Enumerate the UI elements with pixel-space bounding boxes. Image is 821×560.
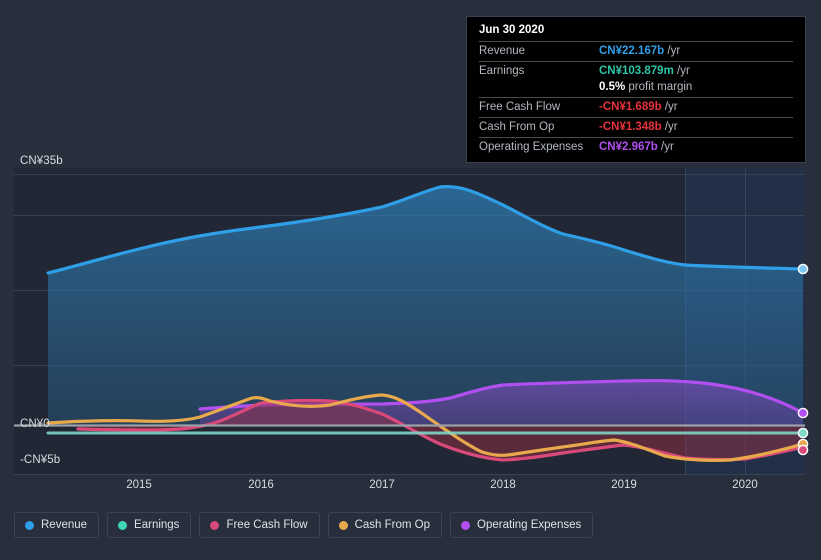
legend-item-label: Operating Expenses [477,519,582,531]
tooltip-row: Revenue CN¥22.167b /yr [479,41,793,61]
tooltip-row-label: Free Cash Flow [479,101,561,113]
x-axis-tick-2018: 2018 [490,479,516,491]
legend-item-label: Free Cash Flow [226,519,308,531]
x-axis-tick-2020: 2020 [732,479,758,491]
tooltip-date: Jun 30 2020 [479,24,545,36]
earnings-endpoint-dot [797,427,809,439]
revenue-endpoint-dot [797,263,809,275]
x-axis: 2015 2016 2017 2018 2019 2020 [0,479,821,497]
tooltip-row-unit: /yr [657,141,674,153]
legend-item-label: Revenue [41,519,88,531]
legend-item-earnings[interactable]: Earnings [107,512,192,538]
chart-page: CN¥35b CN¥0 -CN¥5b 2015 2016 2017 2018 2019 2… [0,0,821,560]
chart-legend: Revenue Earnings Free Cash Flow Cash From O… [14,512,594,538]
tooltip-row-value: -CN¥1.348b /yr [599,121,678,133]
x-axis-tick-2019: 2019 [611,479,637,491]
tooltip-row-label: Operating Expenses [479,141,584,153]
tooltip-row: Cash From Op -CN¥1.348b /yr [479,117,793,137]
tooltip-row-label: Revenue [479,45,526,57]
tooltip-row: 0.5% profit margin [479,81,793,97]
x-axis-tick-2016: 2016 [248,479,274,491]
legend-item-revenue[interactable]: Revenue [14,512,100,538]
tooltip-row-value: -CN¥1.689b /yr [599,101,678,113]
legend-item-operating-expenses[interactable]: Operating Expenses [450,512,594,538]
legend-swatch-icon [25,520,34,530]
legend-item-free-cash-flow[interactable]: Free Cash Flow [199,512,320,538]
tooltip-row-amount: CN¥22.167b [599,45,665,57]
legend-swatch-icon [338,520,348,530]
tooltip-row-amount: -CN¥1.689b [599,101,662,113]
tooltip-row-value: CN¥2.967b /yr [599,141,674,153]
legend-swatch-icon [210,520,220,530]
tooltip-row-unit: /yr [673,65,690,77]
fcf-endpoint-dot [797,444,809,456]
tooltip-row: Operating Expenses CN¥2.967b /yr [479,137,793,157]
tooltip-row-label: Earnings [479,65,525,77]
legend-swatch-icon [118,520,128,530]
legend-item-label: Cash From Op [354,519,431,531]
data-tooltip: Jun 30 2020 Revenue CN¥22.167b /yr Earning… [466,16,806,163]
x-axis-tick-2015: 2015 [126,479,152,491]
tooltip-row-unit: /yr [661,101,678,113]
tooltip-row-label: Cash From Op [479,121,555,133]
tooltip-row: Earnings CN¥103.879m /yr [479,61,793,81]
tooltip-row-unit: /yr [664,45,681,57]
tooltip-row-unit: profit margin [625,81,693,93]
opex-endpoint-dot [797,407,809,419]
tooltip-row-amount: CN¥2.967b [599,141,658,153]
y-axis-label-negative: -CN¥5b [20,454,61,466]
tooltip-row-amount: -CN¥1.348b [599,121,662,133]
legend-item-cash-from-op[interactable]: Cash From Op [327,512,443,538]
y-axis-label-zero: CN¥0 [20,418,50,430]
tooltip-row-unit: /yr [661,121,678,133]
legend-item-label: Earnings [134,519,180,531]
tooltip-row-value: CN¥103.879m /yr [599,65,690,77]
tooltip-row-value: 0.5% profit margin [599,81,692,93]
x-axis-tick-2017: 2017 [369,479,395,491]
tooltip-row-amount: CN¥103.879m [599,65,674,77]
tooltip-row: Free Cash Flow -CN¥1.689b /yr [479,97,793,117]
y-axis-label-top: CN¥35b [20,155,63,167]
tooltip-rows: Revenue CN¥22.167b /yr Earnings CN¥103.879m… [479,41,793,157]
tooltip-row-value: CN¥22.167b /yr [599,45,680,57]
legend-swatch-icon [461,520,471,530]
tooltip-row-amount: 0.5% [599,81,626,93]
